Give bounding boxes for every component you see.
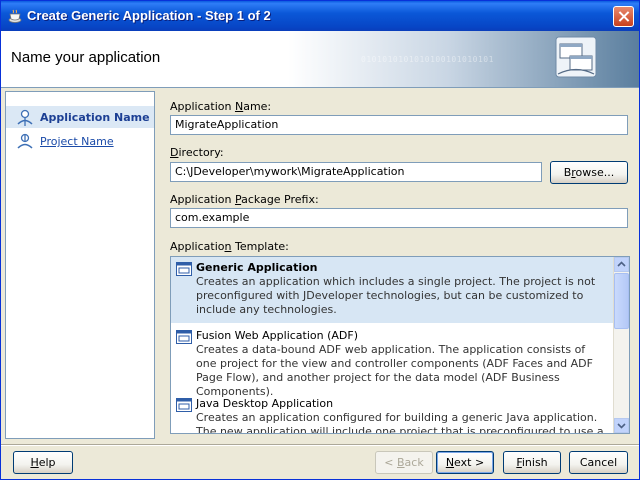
next-button[interactable]: Next > <box>436 451 494 474</box>
person-step-icon <box>17 133 33 149</box>
template-fusion-web-application[interactable]: Fusion Web Application (ADF) Creates a d… <box>171 325 616 398</box>
nav-label-project-name: Project Name <box>40 135 114 148</box>
nav-item-project-name[interactable]: Project Name <box>6 130 154 152</box>
template-java-desktop-application[interactable]: Java Desktop Application Creates an appl… <box>171 393 616 434</box>
nav-item-application-name[interactable]: Application Name <box>6 106 154 128</box>
application-windows-icon <box>555 36 597 78</box>
template-title: Generic Application <box>196 261 318 274</box>
close-icon[interactable] <box>613 6 634 27</box>
template-description: Creates an application which includes a … <box>196 275 596 316</box>
window-title: Create Generic Application - Step 1 of 2 <box>27 8 271 23</box>
nav-label-application-name: Application Name <box>40 111 150 124</box>
template-description: Creates a data-bound ADF web application… <box>196 343 593 398</box>
template-title: Fusion Web Application (ADF) <box>196 329 359 342</box>
application-template-label: Application Template: <box>170 240 289 253</box>
application-template-icon <box>176 262 192 276</box>
application-template-icon <box>176 330 192 344</box>
browse-button[interactable]: Browse... <box>550 161 628 184</box>
template-description: Creates an application configured for bu… <box>196 411 604 434</box>
scrollbar-thumb[interactable] <box>614 273 629 329</box>
wizard-steps-panel: Application Name Project Name <box>5 91 155 439</box>
directory-field[interactable]: C:\JDeveloper\mywork\MigrateApplication <box>170 162 542 182</box>
jdeveloper-cup-icon <box>8 9 22 23</box>
cancel-button[interactable]: Cancel <box>569 451 628 474</box>
directory-label: Directory: <box>170 146 224 159</box>
template-title: Java Desktop Application <box>196 397 334 410</box>
help-button[interactable]: Help <box>13 451 73 474</box>
form-panel: Application Name: MigrateApplication Dir… <box>163 91 637 439</box>
scroll-up-arrow-icon[interactable] <box>614 257 629 272</box>
dialog-window: Create Generic Application - Step 1 of 2… <box>0 0 640 480</box>
title-bar[interactable]: Create Generic Application - Step 1 of 2 <box>1 1 639 31</box>
back-button[interactable]: < Back <box>375 451 433 474</box>
scroll-down-arrow-icon[interactable] <box>614 418 629 433</box>
wizard-header: Name your application 010101010101010010… <box>1 31 639 88</box>
finish-button[interactable]: Finish <box>503 451 561 474</box>
application-name-label: Application Name: <box>170 100 272 113</box>
template-generic-application[interactable]: Generic Application Creates an applicati… <box>171 257 616 323</box>
header-decoration-text: 0101010101010100101010101 <box>361 55 494 64</box>
application-template-icon <box>176 398 192 412</box>
person-step-icon <box>17 109 33 126</box>
template-list-scrollbar[interactable] <box>613 257 629 433</box>
footer-divider-highlight <box>1 445 639 446</box>
package-prefix-label: Application Package Prefix: <box>170 193 319 206</box>
header-title: Name your application <box>11 49 161 66</box>
package-prefix-field[interactable]: com.example <box>170 208 628 228</box>
application-template-list[interactable]: Generic Application Creates an applicati… <box>170 256 630 434</box>
application-name-field[interactable]: MigrateApplication <box>170 115 628 135</box>
